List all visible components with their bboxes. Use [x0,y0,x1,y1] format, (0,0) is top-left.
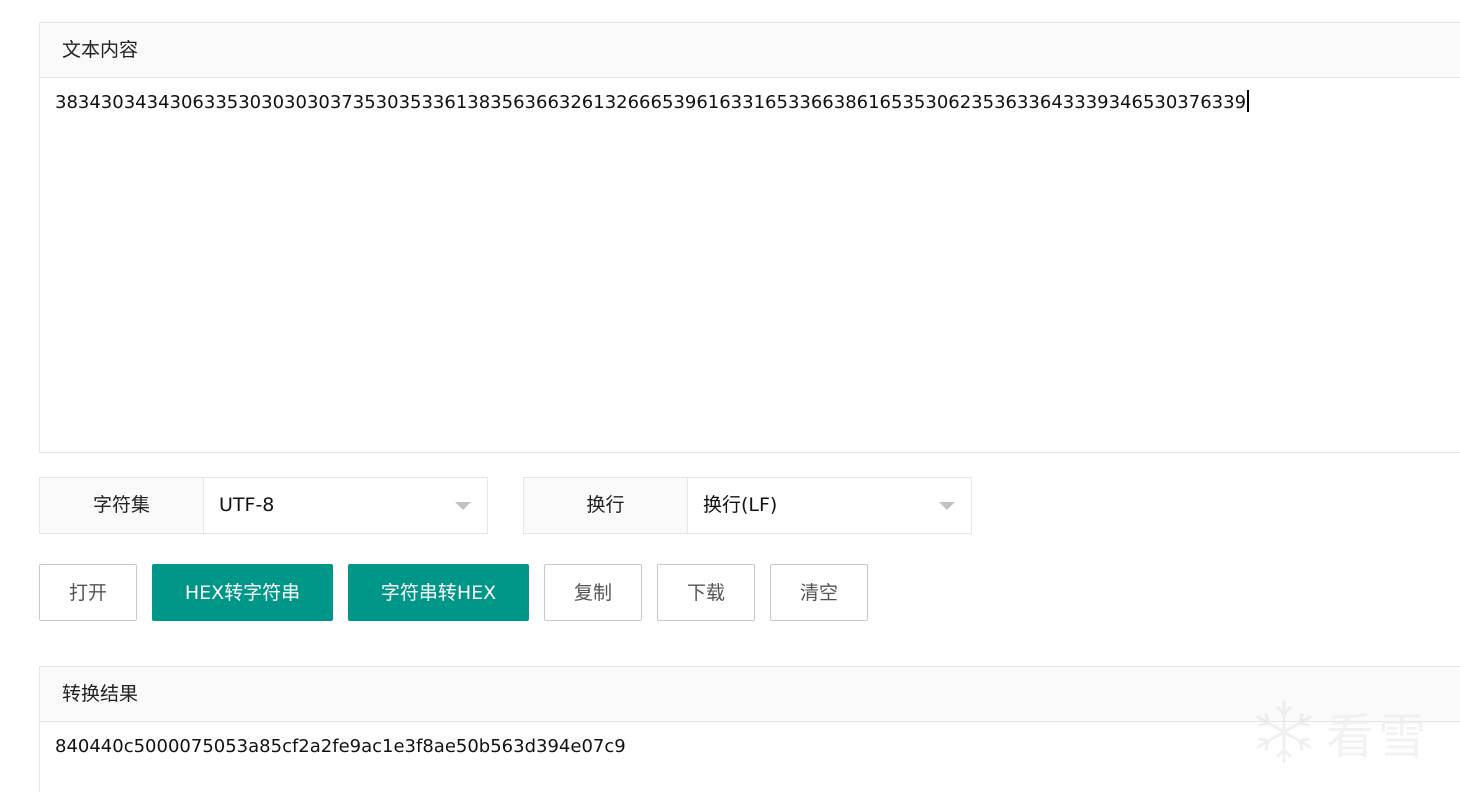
text-content-title: 文本内容 [40,23,1460,78]
open-button[interactable]: 打开 [39,564,137,621]
download-button[interactable]: 下载 [657,564,755,621]
result-textarea[interactable]: 840440c5000075053a85cf2a2fe9ac1e3f8ae50b… [40,722,1460,772]
hex-to-string-button[interactable]: HEX转字符串 [152,564,333,621]
charset-select[interactable]: UTF-8 [204,478,487,533]
newline-select[interactable]: 换行(LF) [688,478,971,533]
newline-select-group: 换行 换行(LF) [523,477,972,534]
charset-select-group: 字符集 UTF-8 [39,477,488,534]
charset-selected-value: UTF-8 [219,494,275,516]
watermark-text: 看雪 [1326,709,1431,765]
text-cursor [1247,90,1250,112]
text-content-panel: 文本内容 38343034343063353030303037353035336… [39,22,1460,453]
chevron-down-icon [455,502,471,510]
chevron-down-icon [939,502,955,510]
result-panel: 转换结果 840440c5000075053a85cf2a2fe9ac1e3f8… [39,666,1460,792]
charset-label: 字符集 [40,478,204,533]
string-to-hex-button[interactable]: 字符串转HEX [348,564,529,621]
kanxue-watermark: 看雪 [1248,694,1430,770]
clear-button[interactable]: 清空 [770,564,868,621]
newline-label: 换行 [524,478,688,533]
text-content-textarea[interactable]: 3834303434306335303030303735303533613835… [40,78,1460,452]
copy-button[interactable]: 复制 [544,564,642,621]
result-title: 转换结果 [40,667,1460,722]
newline-selected-value: 换行(LF) [703,494,778,516]
text-content-value: 3834303434306335303030303735303533613835… [55,92,1247,113]
snowflake-icon [1256,700,1312,764]
hex-converter-page: 文本内容 38343034343063353030303037353035336… [0,0,1460,792]
